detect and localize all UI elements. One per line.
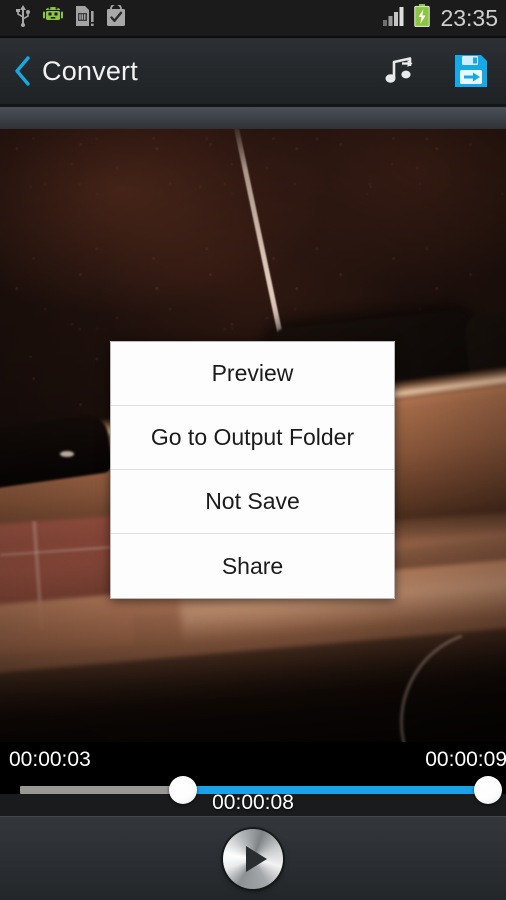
play-button[interactable] (223, 828, 283, 889)
status-bar-left-icons (14, 2, 127, 32)
range-thumb-end[interactable] (474, 776, 502, 804)
signal-bars-icon (383, 6, 407, 31)
usb-icon (14, 4, 32, 32)
dialog-option-label: Share (221, 552, 284, 579)
range-thumb-start[interactable] (169, 776, 197, 804)
dialog-option-label: Not Save (205, 488, 300, 514)
back-button[interactable] (10, 54, 36, 88)
action-bar: Convert (0, 38, 506, 104)
dialog-option-go-to-output-folder[interactable]: Go to Output Folder (111, 406, 394, 470)
page-title: Convert (42, 55, 138, 86)
sd-card-alert-icon (74, 5, 95, 32)
dialog-option-label: Preview (211, 360, 294, 386)
app-root: 23:35 Convert Preview Go to Output Folde… (0, 0, 506, 900)
battery-charging-icon (414, 4, 431, 32)
save-icon[interactable] (450, 50, 492, 92)
convert-result-dialog: Preview Go to Output Folder Not Save Sha… (110, 341, 395, 599)
status-bar-clock: 23:35 (440, 4, 498, 31)
duration-label: 00:00:08 (212, 791, 294, 814)
end-time-label: 00:00:09 (425, 748, 506, 771)
dialog-option-preview[interactable]: Preview (111, 342, 394, 406)
secondary-toolbar-strip (0, 107, 506, 129)
player-controls-bar (0, 816, 506, 900)
status-bar-right-icons: 23:35 (383, 4, 498, 32)
play-triangle-icon (246, 845, 267, 872)
action-bar-actions (378, 50, 492, 92)
dialog-option-label: Go to Output Folder (150, 424, 355, 450)
status-bar: 23:35 (0, 0, 506, 36)
play-store-bag-check-icon (105, 2, 127, 32)
extract-audio-icon[interactable] (378, 50, 420, 92)
dialog-option-share[interactable]: Share (111, 534, 394, 598)
android-robot-icon (42, 6, 64, 31)
dialog-option-not-save[interactable]: Not Save (111, 470, 394, 534)
start-time-label: 00:00:03 (9, 748, 91, 771)
